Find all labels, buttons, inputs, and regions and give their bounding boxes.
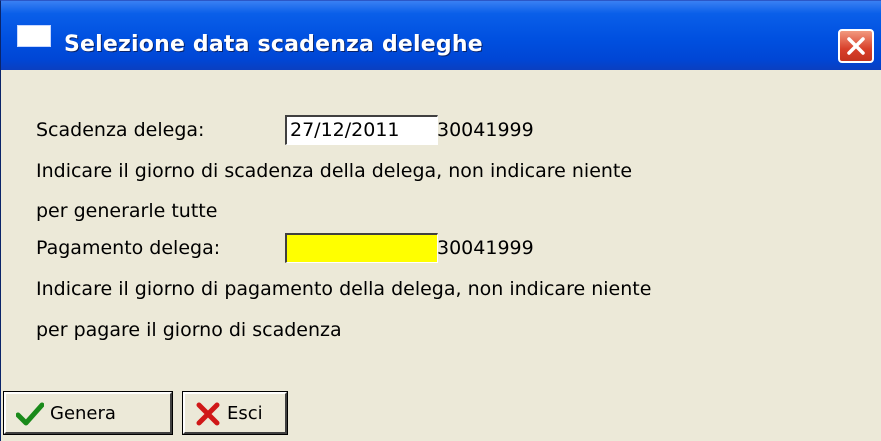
genera-button[interactable]: Genera [3,391,173,435]
scadenza-label: Scadenza delega: [36,119,205,141]
dialog-window: Selezione data scadenza deleghe Scadenza… [0,0,881,441]
scadenza-date-input[interactable]: 27/12/2011 [285,115,438,145]
checkmark-icon [16,402,44,426]
esci-label: Esci [227,403,263,424]
window-icon [17,25,51,47]
window-title: Selezione data scadenza deleghe [64,32,483,57]
pagamento-label: Pagamento delega: [36,237,221,259]
close-icon [847,37,865,55]
x-icon [196,402,220,426]
pagamento-help-line1: Indicare il giorno di pagamento della de… [36,278,652,300]
pagamento-side-text: 30041999 [437,237,534,259]
esci-button[interactable]: Esci [182,391,288,435]
title-bar[interactable]: Selezione data scadenza deleghe [1,1,881,70]
scadenza-side-text: 30041999 [437,119,534,141]
dialog-body: Scadenza delega: 27/12/2011 30041999 Ind… [1,70,881,441]
scadenza-help-line1: Indicare il giorno di scadenza della del… [36,160,633,182]
pagamento-help-line2: per pagare il giorno di scadenza [36,319,342,341]
close-button[interactable] [838,29,874,63]
genera-label: Genera [50,403,116,424]
pagamento-date-input[interactable] [285,233,438,263]
scadenza-help-line2: per generarle tutte [36,200,218,222]
